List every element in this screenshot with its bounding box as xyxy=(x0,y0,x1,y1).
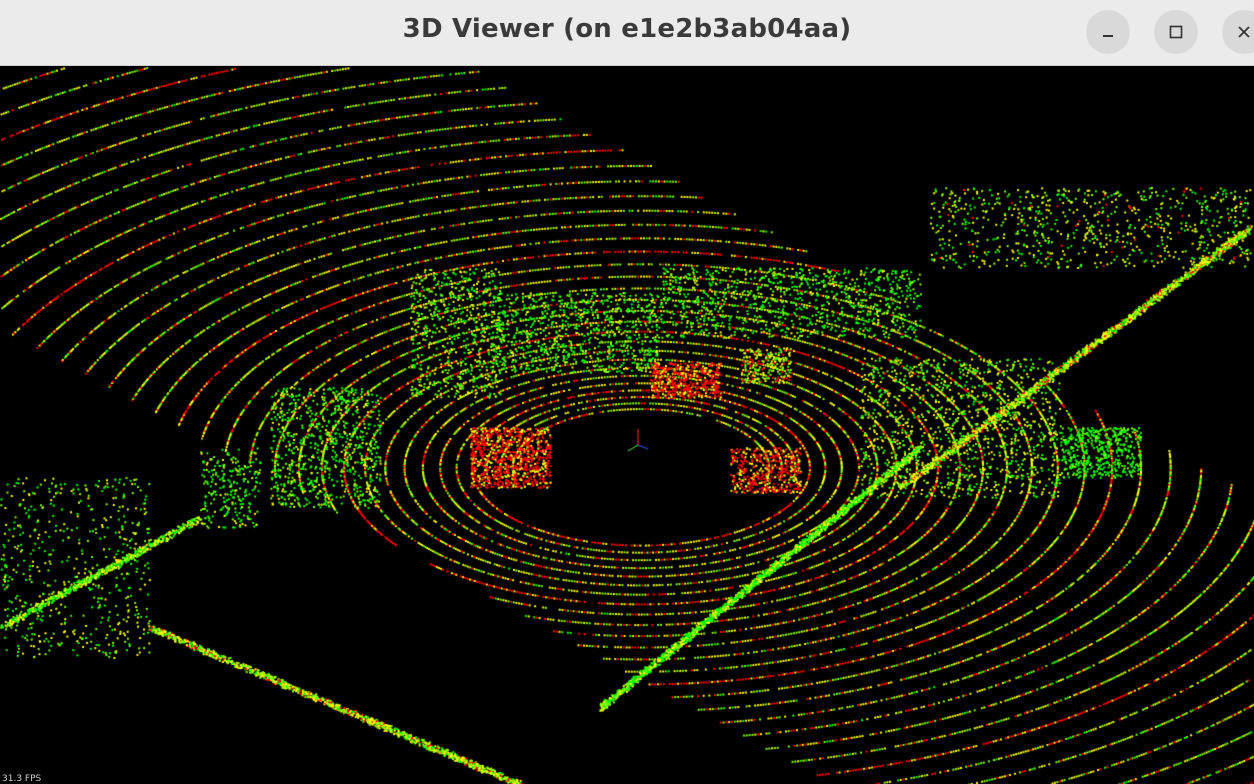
minimize-icon xyxy=(1100,24,1116,40)
close-icon xyxy=(1236,24,1252,40)
minimize-button[interactable] xyxy=(1086,10,1130,54)
window-title: 3D Viewer (on e1e2b3ab04aa) xyxy=(402,14,852,44)
maximize-icon xyxy=(1168,24,1184,40)
maximize-button[interactable] xyxy=(1154,10,1198,54)
viewer-window: 3D Viewer (on e1e2b3ab04aa) 31.3 FPS xyxy=(0,0,1254,784)
title-bar[interactable]: 3D Viewer (on e1e2b3ab04aa) xyxy=(0,0,1254,66)
point-cloud-viewport[interactable]: 31.3 FPS xyxy=(0,67,1254,784)
fps-counter: 31.3 FPS xyxy=(2,774,42,784)
close-button[interactable] xyxy=(1222,10,1254,54)
point-cloud-canvas[interactable] xyxy=(0,67,1254,784)
